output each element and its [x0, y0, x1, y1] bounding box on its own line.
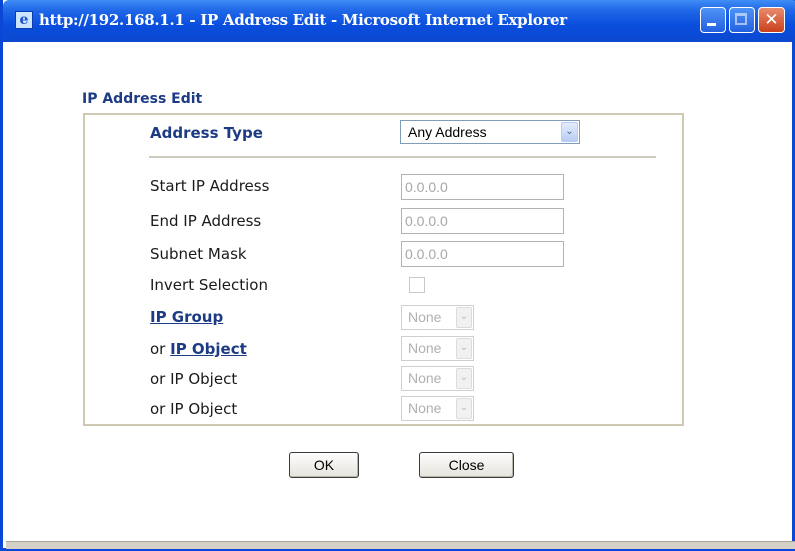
close-window-button[interactable]: ✕: [758, 7, 785, 33]
end-ip-label: End IP Address: [150, 212, 262, 230]
address-type-value: Any Address: [408, 124, 487, 140]
chevron-down-icon[interactable]: ⌄: [456, 307, 472, 328]
ip-object-2-select[interactable]: None ⌄: [401, 366, 474, 391]
close-icon: ✕: [764, 10, 779, 30]
ip-object-3-select[interactable]: None ⌄: [401, 396, 474, 421]
ip-group-link[interactable]: IP Group: [150, 308, 223, 326]
ip-object-1-value: None: [408, 340, 442, 356]
invert-selection-label: Invert Selection: [150, 276, 268, 294]
close-button[interactable]: Close: [419, 452, 514, 478]
chevron-down-icon[interactable]: ⌄: [456, 398, 472, 419]
ip-object-3-value: None: [408, 400, 442, 416]
ip-object-3-label: or IP Object: [150, 400, 238, 418]
address-type-label: Address Type: [150, 124, 263, 142]
section-title: IP Address Edit: [82, 91, 203, 107]
address-type-select[interactable]: Any Address ⌄: [400, 120, 580, 144]
divider: [149, 156, 656, 158]
ok-button[interactable]: OK: [289, 452, 359, 478]
ip-object-1-label: or IP Object: [150, 340, 247, 358]
chevron-down-icon[interactable]: ⌄: [456, 368, 472, 389]
start-ip-input[interactable]: 0.0.0.0: [401, 174, 564, 200]
ip-group-select[interactable]: None ⌄: [401, 305, 474, 330]
ip-object-1-prefix: or: [150, 340, 171, 358]
ip-object-2-label: or IP Object: [150, 370, 238, 388]
status-bar: [6, 541, 795, 549]
window-title: http://192.168.1.1 - IP Address Edit - M…: [39, 11, 567, 29]
subnet-mask-label: Subnet Mask: [150, 245, 247, 263]
end-ip-input[interactable]: 0.0.0.0: [401, 208, 564, 234]
maximize-button[interactable]: [729, 7, 755, 33]
chevron-down-icon[interactable]: ⌄: [456, 338, 472, 359]
internet-explorer-icon: e: [15, 11, 33, 29]
ip-group-value: None: [408, 309, 442, 325]
invert-selection-checkbox[interactable]: [409, 277, 425, 293]
chevron-down-icon[interactable]: ⌄: [561, 122, 578, 142]
title-bar[interactable]: e http://192.168.1.1 - IP Address Edit -…: [3, 0, 795, 42]
ip-object-2-value: None: [408, 370, 442, 386]
subnet-mask-input[interactable]: 0.0.0.0: [401, 241, 564, 267]
start-ip-label: Start IP Address: [150, 177, 270, 195]
ip-group-label: IP Group: [150, 308, 223, 326]
minimize-button[interactable]: [700, 7, 726, 33]
ip-object-1-select[interactable]: None ⌄: [401, 336, 474, 361]
ie-popup-window: e http://192.168.1.1 - IP Address Edit -…: [0, 0, 795, 551]
ip-object-link[interactable]: IP Object: [170, 340, 247, 358]
